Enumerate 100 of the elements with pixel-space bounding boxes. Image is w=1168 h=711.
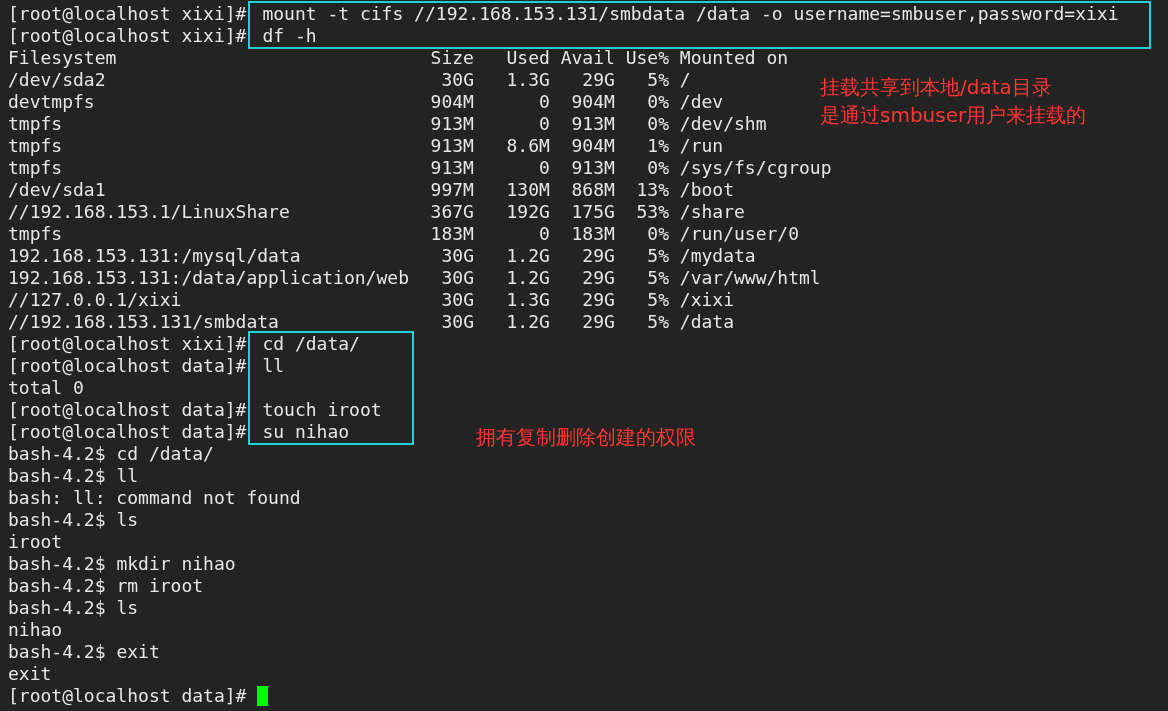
table-cell-text: /run (678, 135, 725, 157)
table-cell-text: /dev/shm (678, 113, 768, 135)
column-header: Mounted on (678, 47, 790, 69)
table-cell-text: 1% (646, 135, 669, 157)
table-cell-text: /share (678, 201, 746, 223)
table-cell-text: 5% (646, 69, 669, 91)
table-cell-text: 8.6M (505, 135, 550, 157)
command-text: ll (116, 465, 139, 487)
table-cell-text: /xixi (678, 289, 735, 311)
command-text: ls (116, 597, 139, 619)
table-cell-text: //192.168.153.131/smbdata (8, 311, 280, 333)
table-cell-text: 904M (570, 91, 615, 113)
table-cell-text: tmpfs (8, 223, 64, 245)
table-cell-text: 1.2G (505, 267, 550, 289)
command-text: touch iroot (262, 399, 382, 420)
output-text: exit (8, 663, 52, 685)
command-text: df -h (262, 25, 317, 46)
table-cell-text: 0% (646, 223, 669, 245)
prompt-text: [root@localhost data]# (8, 355, 247, 376)
command-text: mount -t cifs //192.168.153.131/smbdata /data -o username=smbuser,password=xixi (262, 3, 1119, 24)
table-cell-text: tmpfs (8, 113, 64, 135)
prompt-text: [root@localhost data]# (8, 685, 247, 707)
output-text: nihao (8, 619, 63, 641)
table-cell-text: 1.2G (505, 245, 550, 267)
table-cell-text: 367G (429, 201, 474, 223)
annotation-text: 拥有复制删除创建的权限 (476, 424, 696, 451)
table-cell-text: 913M (570, 157, 615, 179)
table-cell-text: 913M (429, 113, 474, 135)
table-cell-text: 0% (646, 91, 669, 113)
table-cell-text: 5% (646, 289, 669, 311)
table-cell-text: 29G (581, 311, 615, 333)
table-cell-text: 0 (537, 223, 550, 245)
prompt-text: [root@localhost xixi]# (8, 3, 247, 24)
annotation-text: 挂载共享到本地/data目录 (820, 74, 1053, 101)
table-cell-text: 192G (505, 201, 550, 223)
column-header: Used (505, 47, 550, 69)
table-cell-text: //192.168.153.1/LinuxShare (8, 201, 291, 223)
table-cell-text: 1.3G (505, 69, 550, 91)
table-cell-text: 0% (646, 157, 669, 179)
table-cell-text: 868M (570, 179, 615, 201)
prompt-text: bash-4.2$ (8, 509, 106, 531)
table-cell-text: 913M (570, 113, 615, 135)
table-cell-text: /var/www/html (678, 267, 822, 289)
table-cell-text: /dev/sda2 (8, 69, 107, 91)
table-cell-text: tmpfs (8, 157, 64, 179)
table-cell-text: /data (678, 311, 735, 333)
table-cell-text: /boot (678, 179, 735, 201)
table-cell-text: 0 (537, 91, 550, 113)
table-cell-text: 183M (429, 223, 474, 245)
table-cell: 192.168.153.131:/data/application/web (8, 267, 409, 289)
table-cell-text: 29G (581, 267, 615, 289)
output-text: iroot (8, 531, 63, 553)
column-header: Filesystem (8, 47, 118, 69)
command-text: rm iroot (116, 575, 204, 597)
table-cell-text: 30G (440, 311, 474, 333)
table-cell-text: 30G (440, 69, 474, 91)
table-cell-text: /mydata (678, 245, 757, 267)
prompt-text: bash-4.2$ (8, 597, 106, 619)
command-text: ll (262, 355, 285, 376)
table-cell-text: /sys/fs/cgroup (678, 157, 832, 179)
table-cell-text: /run/user/0 (678, 223, 801, 245)
table-cell-text: /dev (678, 91, 725, 113)
prompt-text: [root@localhost xixi]# (8, 25, 247, 46)
table-cell-text: //127.0.0.1/xixi (8, 289, 183, 311)
table-cell-text: 13% (635, 179, 669, 201)
table-cell-text: 904M (429, 91, 474, 113)
table-cell-text: 904M (570, 135, 615, 157)
command-text: mkdir nihao (116, 553, 236, 575)
command-text: exit (116, 641, 160, 663)
table-cell-text: 5% (646, 311, 669, 333)
table-cell-text: 913M (429, 157, 474, 179)
table-cell-text: / (678, 69, 692, 91)
table-cell-text: 913M (429, 135, 474, 157)
table-cell-text: 192.168.153.131:/mysql/data (8, 245, 302, 267)
table-cell-text: 30G (440, 245, 474, 267)
table-cell-text: 0% (646, 113, 669, 135)
table-cell-text: 53% (635, 201, 669, 223)
prompt-text: [root@localhost data]# (8, 399, 247, 420)
table-cell-text: /dev/sda1 (8, 179, 107, 201)
table-cell-text: 183M (570, 223, 615, 245)
table-cell-text: 30G (440, 267, 474, 289)
prompt-text: [root@localhost data]# (8, 421, 247, 442)
column-header: Use% (624, 47, 669, 69)
table-cell-text: 130M (505, 179, 550, 201)
prompt-text: bash-4.2$ (8, 443, 106, 465)
annotation-text: 是通过smbuser用户来挂载的 (820, 102, 1087, 129)
table-cell-text: 1.3G (505, 289, 550, 311)
table-cell-text: 1.2G (505, 311, 550, 333)
prompt-text: [root@localhost xixi]# (8, 333, 247, 354)
prompt-text: bash-4.2$ (8, 553, 106, 575)
table-cell-text: 5% (646, 267, 669, 289)
prompt-text: bash-4.2$ (8, 641, 106, 663)
table-cell-text: 0 (537, 157, 550, 179)
table-cell-text: 175G (570, 201, 615, 223)
command-text: ls (116, 509, 139, 531)
output-text: bash: ll: command not found (8, 487, 301, 509)
table-cell-text: 29G (581, 289, 615, 311)
command-text: cd /data/ (262, 333, 360, 354)
table-cell-text: devtmpfs (8, 91, 96, 113)
table-cell-text: 29G (581, 69, 615, 91)
